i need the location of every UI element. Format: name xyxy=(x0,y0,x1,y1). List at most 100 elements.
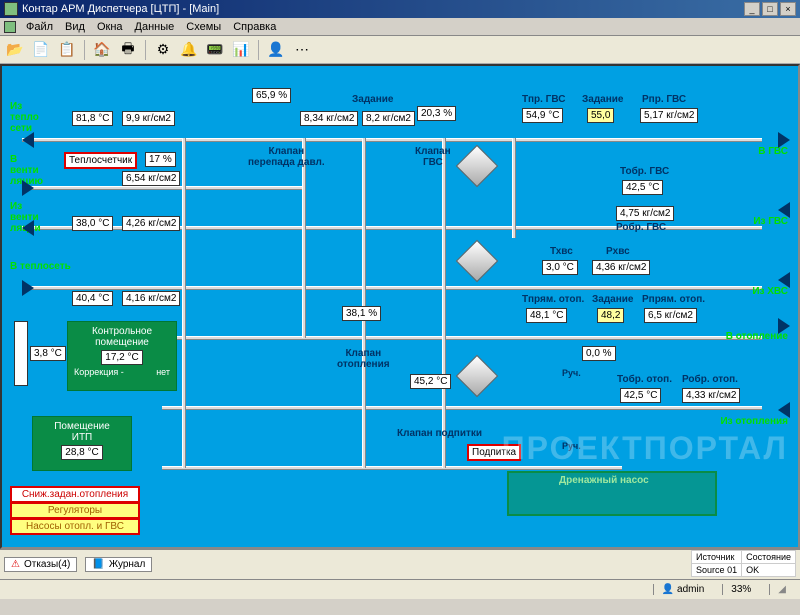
value-zadanie-gvs[interactable]: 55,0 xyxy=(587,108,614,123)
heat-exchanger-1 xyxy=(456,145,498,187)
open-icon[interactable]: 📂 xyxy=(4,39,26,61)
label-ruch1: Руч. xyxy=(562,368,581,378)
close-button[interactable]: × xyxy=(780,2,796,16)
value-tpr-heat: 48,1 °C xyxy=(526,308,567,323)
menu-schemes[interactable]: Схемы xyxy=(180,21,227,33)
status-grid: Источник Состояние Source 01 OK xyxy=(691,550,796,577)
value-t-vent-out: 38,0 °C xyxy=(72,216,113,231)
value-p-vent-out: 4,26 кг/см2 xyxy=(122,216,180,231)
value-p-net-out: 4,16 кг/см2 xyxy=(122,291,180,306)
maximize-button[interactable]: □ xyxy=(762,2,778,16)
status-percent: 33% xyxy=(722,584,759,595)
app-icon xyxy=(4,2,18,16)
label-zadanie-gvs: Задание xyxy=(582,94,623,105)
grid-header-state: Состояние xyxy=(742,551,796,564)
flow-arrow xyxy=(22,132,34,148)
user-icon[interactable]: 👤 xyxy=(265,39,287,61)
value-thvs: 3,0 °C xyxy=(542,260,578,275)
label-zadanie-heat: Задание xyxy=(592,294,633,305)
podpitka-button[interactable]: Подпитка xyxy=(467,444,521,461)
more-icon[interactable]: ⋯ xyxy=(291,39,313,61)
value-t-mix: 45,2 °C xyxy=(410,374,451,389)
device-icon[interactable]: 📟 xyxy=(204,39,226,61)
heat-exchanger-2 xyxy=(456,240,498,282)
label-to-net: В теплосеть xyxy=(10,261,71,272)
value-thermo: 3,8 °C xyxy=(30,346,66,361)
tab-failures[interactable]: ⚠ Отказы(4) xyxy=(4,557,77,572)
status-resize-grip[interactable]: ◢ xyxy=(769,584,794,595)
value-gvs-pct: 20,3 % xyxy=(417,106,456,121)
bell-icon[interactable]: 🔔 xyxy=(178,39,200,61)
home-icon[interactable]: 🏠 xyxy=(91,39,113,61)
label-thvs: Тхвс xyxy=(550,246,573,257)
clipboard-icon[interactable]: 📋 xyxy=(56,39,78,61)
value-zadanie-heat[interactable]: 48,2 xyxy=(597,308,624,323)
correction-label: Коррекция - xyxy=(74,367,124,377)
statusbar: 👤 admin 33% ◢ xyxy=(0,579,800,599)
value-p-gvs-obr: 4,75 кг/см2 xyxy=(616,206,674,221)
value-p-in: 9,9 кг/см2 xyxy=(122,111,175,126)
toolbar: 📂 📄 📋 🏠 🖶 ⚙ 🔔 📟 📊 👤 ⋯ xyxy=(0,36,800,64)
itp-room-title: Помещение ИТП xyxy=(37,421,127,443)
label-klapan-pd: Клапан перепада давл. xyxy=(248,146,325,168)
watermark: ПРОЕКТПОРТАЛ xyxy=(502,430,788,467)
mdi-icon[interactable] xyxy=(4,21,16,33)
label-phvs: Рхвс xyxy=(606,246,630,257)
value-ppr-heat: 6,5 кг/см2 xyxy=(644,308,697,323)
value-t-in: 81,8 °C xyxy=(72,111,113,126)
itp-room-panel: Помещение ИТП 28,8 °C xyxy=(32,416,132,471)
value-kg1: 8,34 кг/см2 xyxy=(300,111,358,126)
control-room-title: Контрольное помещение xyxy=(72,326,172,348)
flow-arrow xyxy=(22,180,34,196)
label-tpr-heat: Тпрям. отоп. xyxy=(522,294,584,305)
tab-journal-label: Журнал xyxy=(109,559,146,570)
value-p-vent: 6,54 кг/см2 xyxy=(122,171,180,186)
value-zero-pct: 0,0 % xyxy=(582,346,616,361)
grid-cell-state: OK xyxy=(742,564,796,577)
menu-file[interactable]: Файл xyxy=(20,21,59,33)
minimize-button[interactable]: _ xyxy=(744,2,760,16)
alert-icon: ⚠ xyxy=(11,559,20,570)
doc-icon[interactable]: 📄 xyxy=(30,39,52,61)
value-kg2: 8,2 кг/см2 xyxy=(362,111,415,126)
menu-view[interactable]: Вид xyxy=(59,21,91,33)
drain-pump-block: Дренажный насос xyxy=(507,471,717,516)
value-heat-pct: 38,1 % xyxy=(342,306,381,321)
value-phvs: 4,36 кг/см2 xyxy=(592,260,650,275)
titlebar: Контар АРМ Диспетчера [ЦТП] - [Main] _ □… xyxy=(0,0,800,18)
control-room-panel: Контрольное помещение 17,2 °C Коррекция … xyxy=(67,321,177,391)
label-zadanie1: Задание xyxy=(352,94,393,105)
label-tobr-gvs: Тобр. ГВС xyxy=(620,166,669,177)
alarm-icon[interactable]: ⚙ xyxy=(152,39,174,61)
user-icon: 👤 xyxy=(662,584,674,595)
value-tobr-heat: 42,5 °C xyxy=(620,388,661,403)
status-user-name: admin xyxy=(677,584,704,595)
alarm-btn-2[interactable]: Регуляторы xyxy=(10,502,140,519)
heat-exchanger-3 xyxy=(456,355,498,397)
label-tobr-heat: Тобр. отоп. xyxy=(617,374,672,385)
value-tpr-gvs: 54,9 °C xyxy=(522,108,563,123)
menu-data[interactable]: Данные xyxy=(129,21,181,33)
value-ppr-gvs: 5,17 кг/см2 xyxy=(640,108,698,123)
correction-value: нет xyxy=(156,367,170,377)
scada-canvas: Из тепло сети В венти ляцию Из венти ляц… xyxy=(0,64,800,549)
flow-arrow xyxy=(778,402,790,418)
label-klapan-heat: Клапан отопления xyxy=(337,348,390,370)
chart-icon[interactable]: 📊 xyxy=(230,39,252,61)
print-icon[interactable]: 🖶 xyxy=(117,39,139,61)
heatcounter-button[interactable]: Теплосчетчик xyxy=(64,152,137,169)
tab-journal[interactable]: 📘 Журнал xyxy=(85,557,152,572)
label-ppr-gvs: Рпр. ГВС xyxy=(642,94,686,105)
value-t-net-out: 40,4 °C xyxy=(72,291,113,306)
value-klapan-pd: 65,9 % xyxy=(252,88,291,103)
menubar: Файл Вид Окна Данные Схемы Справка xyxy=(0,18,800,36)
label-tpr-gvs: Тпр. ГВС xyxy=(522,94,565,105)
label-klapan-podpitki: Клапан подпитки xyxy=(397,428,482,439)
label-ppr-heat: Рпрям. отоп. xyxy=(642,294,705,305)
alarm-btn-1[interactable]: Сниж.задан.отопления xyxy=(10,486,140,503)
tab-failures-label: Отказы(4) xyxy=(24,559,70,570)
menu-windows[interactable]: Окна xyxy=(91,21,129,33)
alarm-btn-3[interactable]: Насосы отопл. и ГВС xyxy=(10,518,140,535)
menu-help[interactable]: Справка xyxy=(227,21,282,33)
label-ruch2: Руч. xyxy=(562,441,581,451)
